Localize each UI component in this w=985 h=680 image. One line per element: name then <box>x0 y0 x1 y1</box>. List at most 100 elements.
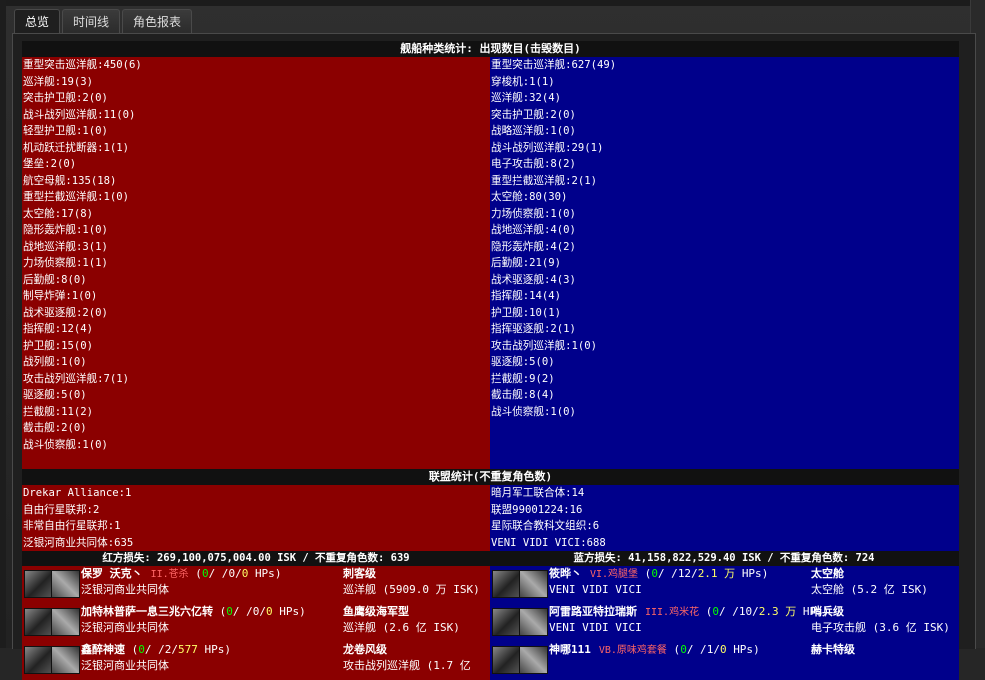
ship-name[interactable]: 赫卡特级 <box>810 642 855 659</box>
pilot-corp[interactable]: VENI VIDI VICI <box>548 620 642 637</box>
ship-stat-item: 战术驱逐舰:4(3) <box>491 273 576 286</box>
kill-row[interactable]: 阿雷路亚特拉瑞斯 III.鸡米花 (0/ /10/2.3 万 HPs) VENI V… <box>490 604 959 642</box>
alliance-stat-item: 非常自由行星联邦:1 <box>23 520 121 532</box>
pilot-name-text[interactable]: 保罗 沃克丶 <box>81 567 143 580</box>
ship-icon[interactable] <box>51 646 80 674</box>
pilot-name[interactable]: 神哪111 VB.原味鸡套餐 (0/ /1/0 HPs) <box>548 642 760 660</box>
damage-stats: (0/ /0/0 HPs) <box>188 567 282 580</box>
hp-c: 0 <box>719 643 727 656</box>
ship-stats-red: 重型突击巡洋舰:450(6) 巡洋舰:19(3) 突击护卫舰:2(0) 战斗战列巡洋舰… <box>22 57 490 469</box>
alliance-stat-item: VENI VIDI VICI:688 <box>491 536 606 549</box>
ship-icon[interactable] <box>51 608 80 636</box>
pilot-name[interactable]: 鑫醉神速 (0/ /2/577 HPs) <box>80 642 231 659</box>
red-loss-summary: 红方损失: 269,100,075,004.00 ISK / 不重复角色数: 6… <box>102 552 410 564</box>
pilot-name[interactable]: 阿雷路亚特拉瑞斯 III.鸡米花 (0/ /10/2.3 万 HPs) <box>548 604 829 622</box>
ship-name[interactable]: 哨兵级 <box>810 604 844 621</box>
ship-icon[interactable] <box>519 646 548 674</box>
hp-a: 0 <box>651 567 658 580</box>
overview-content: 舰船种类统计: 出现数目(击毁数目) 重型突击巡洋舰:450(6) 巡洋舰:19(… <box>22 41 959 680</box>
damage-stats: (0/ /12/2.1 万 HPs) <box>638 567 769 580</box>
ship-stat-item: 驱逐舰:5(0) <box>491 356 555 368</box>
ship-stat-item: 拦截舰:9(2) <box>491 372 555 385</box>
ship-stat-item: 堡垒:2(0) <box>23 158 77 170</box>
alliance-stats-red: Drekar Alliance:1 自由行星联邦:2 非常自由行星联邦:1 泛银河商业… <box>22 485 490 551</box>
hp-unit: HPs <box>279 605 300 618</box>
ship-stat-item: 战列舰:1(0) <box>23 356 87 368</box>
pilot-name-text[interactable]: 筱晔丶 <box>549 567 582 580</box>
hp-b: 1 <box>706 643 714 656</box>
hp-unit: HPs <box>204 643 225 656</box>
ship-stat-item: 电子攻击舰:8(2) <box>491 158 576 170</box>
ship-stat-item: 巡洋舰:19(3) <box>23 75 94 88</box>
portrait[interactable] <box>492 608 521 636</box>
alliance-stat-item: 联盟99001224:16 <box>491 503 583 516</box>
ship-name[interactable]: 刺客级 <box>342 566 376 583</box>
ship-stat-item: 战地巡洋舰:4(0) <box>491 224 576 236</box>
portrait[interactable] <box>24 608 53 636</box>
portrait[interactable] <box>24 646 53 674</box>
hp-a: 0 <box>201 567 209 580</box>
ship-stat-item: 隐形轰炸舰:4(2) <box>491 240 576 253</box>
ship-stat-item: 航空母舰:135(18) <box>23 174 117 187</box>
tab-character-report[interactable]: 角色报表 <box>122 9 193 34</box>
kill-row[interactable]: 加特林普萨一息三兆六亿转 (0/ /0/0 HPs) 泛银河商业共同体 鱼鹰级海军型… <box>22 604 490 642</box>
pilot-name[interactable]: 保罗 沃克丶 II.苍杀 (0/ /0/0 HPs) <box>80 566 281 584</box>
ship-value: 电子攻击舰 (3.6 亿 ISK) <box>811 621 950 634</box>
ship-icon[interactable] <box>51 570 80 598</box>
ship-name[interactable]: 龙卷风级 <box>342 642 387 659</box>
ship-stat-item: 战斗侦察舰:1(0) <box>23 438 108 451</box>
ship-name[interactable]: 太空舱 <box>810 566 844 583</box>
ship-name[interactable]: 鱼鹰级海军型 <box>342 604 409 621</box>
pilot-name-text[interactable]: 加特林普萨一息三兆六亿转 <box>81 605 213 618</box>
ship-stat-item: 截击舰:2(0) <box>23 422 87 434</box>
ship-stat-item: 突击护卫舰:2(0) <box>23 92 108 104</box>
portrait[interactable] <box>24 570 53 598</box>
pilot-corp[interactable]: VENI VIDI VICI <box>548 582 642 599</box>
ship-stat-item: 重型突击巡洋舰:627(49) <box>491 59 617 71</box>
ship-stat-item: 重型拦截巡洋舰:2(1) <box>491 174 598 187</box>
ship-stat-item: 后勤舰:8(0) <box>23 273 87 286</box>
ship-icon[interactable] <box>519 608 548 636</box>
ship-value: 巡洋舰 (5909.0 万 ISK) <box>343 583 480 596</box>
ship-stat-item: 战地巡洋舰:3(1) <box>23 240 108 253</box>
hp-c: 577 <box>178 643 198 656</box>
ship-value: 太空舱 (5.2 亿 ISK) <box>811 583 928 596</box>
kill-row[interactable]: 保罗 沃克丶 II.苍杀 (0/ /0/0 HPs) 泛银河商业共同体 刺客级 巡洋舰 … <box>22 566 490 604</box>
ship-stat-item: 制导炸弹:1(0) <box>23 290 98 302</box>
tab-timeline[interactable]: 时间线 <box>62 9 121 34</box>
ship-stats-blue: 重型突击巡洋舰:627(49) 穿梭机:1(1) 巡洋舰:32(4) 突击护卫舰:2(… <box>490 57 959 469</box>
ship-stat-item: 拦截舰:11(2) <box>23 405 94 418</box>
alliance-stat-item: 泛银河商业共同体:635 <box>23 536 134 549</box>
hp-b: 2 <box>164 643 172 656</box>
ship-stat-item: 攻击战列巡洋舰:7(1) <box>23 372 130 385</box>
ship-stat-item: 重型拦截巡洋舰:1(0) <box>23 191 130 203</box>
pilot-name-text[interactable]: 阿雷路亚特拉瑞斯 <box>549 605 637 618</box>
hp-c: 0 <box>241 567 249 580</box>
hp-b: 10 <box>738 605 753 618</box>
pilot-name[interactable]: 筱晔丶 VI.鸡腿堡 (0/ /12/2.1 万 HPs) <box>548 566 768 584</box>
hp-unit: HPs <box>254 567 275 580</box>
portrait[interactable] <box>492 570 521 598</box>
pilot-corp[interactable]: 泛银河商业共同体 <box>80 658 169 675</box>
hp-a: 0 <box>712 605 719 618</box>
portrait[interactable] <box>492 646 521 674</box>
alliance-stat-item: Drekar Alliance:1 <box>23 487 132 499</box>
left-edge <box>0 0 6 648</box>
ship-stats-header: 舰船种类统计: 出现数目(击毁数目) <box>22 41 959 57</box>
pilot-name-text[interactable]: 神哪111 <box>549 643 591 656</box>
ship-stat-item: 重型突击巡洋舰:450(6) <box>23 59 142 71</box>
pilot-corp[interactable]: 泛银河商业共同体 <box>80 620 169 637</box>
kill-row[interactable]: 筱晔丶 VI.鸡腿堡 (0/ /12/2.1 万 HPs) VENI VIDI VI… <box>490 566 959 604</box>
pilot-corp[interactable]: 泛银河商业共同体 <box>80 582 169 599</box>
alliance-stats-blue: 暗月军工联合体:14 联盟99001224:16 星际联合教科文组织:6 VENI V… <box>490 485 959 551</box>
kill-list-blue: 筱晔丶 VI.鸡腿堡 (0/ /12/2.1 万 HPs) VENI VIDI VI… <box>490 566 959 680</box>
ship-icon[interactable] <box>519 570 548 598</box>
pilot-name[interactable]: 加特林普萨一息三兆六亿转 (0/ /0/0 HPs) <box>80 604 306 621</box>
ship-stat-item: 后勤舰:21(9) <box>491 257 562 269</box>
ship-stat-item: 战斗侦察舰:1(0) <box>491 405 576 418</box>
pilot-name-text[interactable]: 鑫醉神速 <box>81 643 125 656</box>
corp-tag: VI.鸡腿堡 <box>590 569 639 580</box>
tab-overview[interactable]: 总览 <box>14 9 61 35</box>
blue-loss-summary: 蓝方损失: 41,158,822,529.40 ISK / 不重复角色数: 72… <box>573 552 875 564</box>
ship-stat-item: 太空舱:80(30) <box>491 191 568 203</box>
